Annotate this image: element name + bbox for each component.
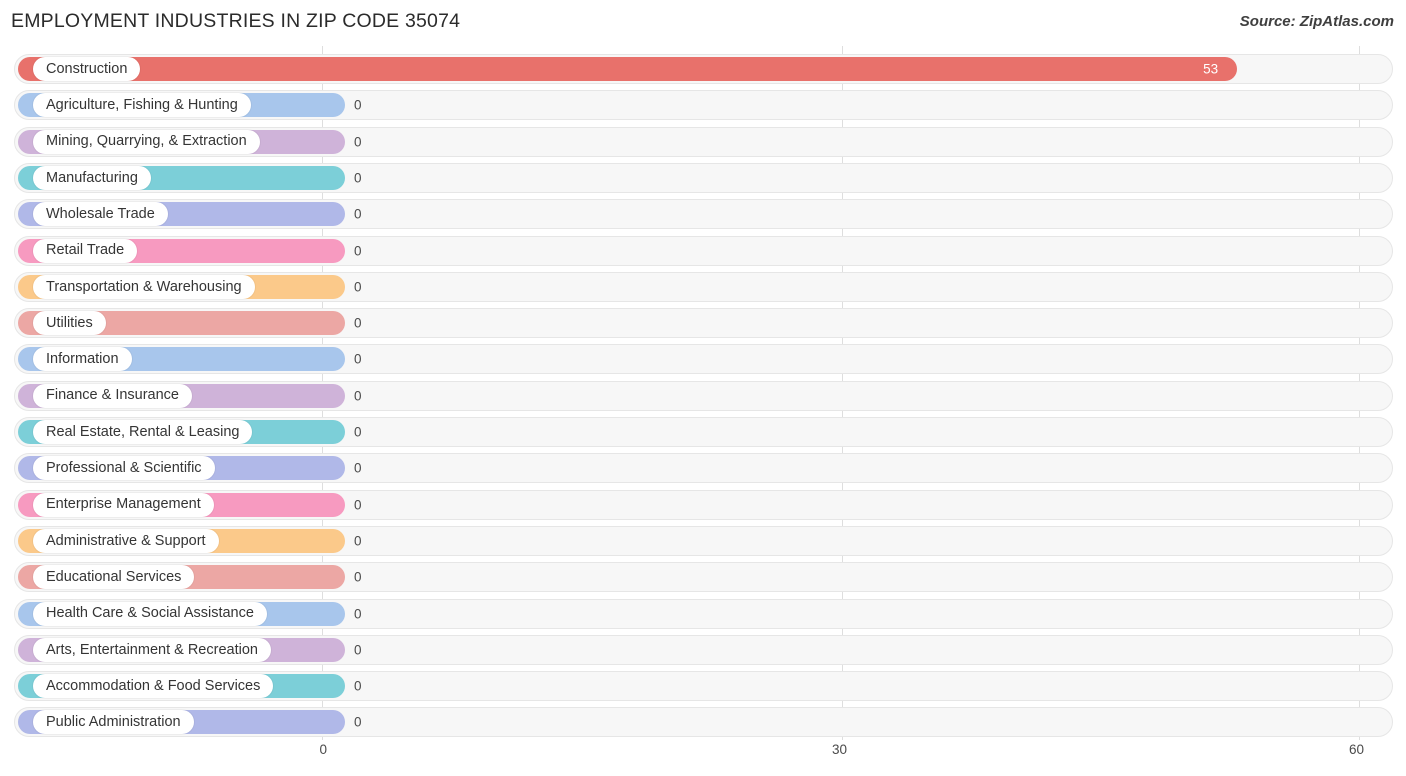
bar-value-label: 0 xyxy=(354,97,362,113)
page-title: EMPLOYMENT INDUSTRIES IN ZIP CODE 35074 xyxy=(11,10,461,32)
bar-label-pill: Transportation & Warehousing xyxy=(33,274,255,299)
bar-value-label: 0 xyxy=(354,315,362,331)
bar-label-pill: Manufacturing xyxy=(33,165,151,190)
bar-value-label: 0 xyxy=(354,533,362,549)
bar-row[interactable]: Public Administration 0 xyxy=(14,707,1393,738)
bar-row[interactable]: Agriculture, Fishing & Hunting 0 xyxy=(14,90,1393,121)
bar-row[interactable]: Retail Trade 0 xyxy=(14,235,1393,266)
bar-value-label: 0 xyxy=(354,606,362,621)
bar-label-pill: Public Administration xyxy=(33,710,194,735)
bar-value-label: 0 xyxy=(354,243,362,258)
bar-category-label: Real Estate, Rental & Leasing xyxy=(46,423,240,440)
x-axis: 0 30 60 xyxy=(0,736,1406,776)
bar-label-pill: Information xyxy=(33,347,132,372)
bar-value-label: 0 xyxy=(354,206,362,222)
source-attribution: Source: ZipAtlas.com xyxy=(1239,13,1394,30)
bar-row[interactable]: Manufacturing 0 xyxy=(14,162,1393,193)
bar-category-label: Manufacturing xyxy=(46,169,138,186)
bar-value-label: 53 xyxy=(1203,61,1219,77)
bar-category-label: Information xyxy=(46,351,119,368)
bar-label-pill: Arts, Entertainment & Recreation xyxy=(33,637,271,662)
bar-label-pill: Administrative & Support xyxy=(33,528,219,553)
bar-category-label: Administrative & Support xyxy=(46,532,206,549)
bar-label-pill: Professional & Scientific xyxy=(33,456,215,481)
bar-label-pill: Accommodation & Food Services xyxy=(33,674,274,699)
bar-row[interactable]: Mining, Quarrying, & Extraction 0 xyxy=(14,126,1393,157)
bar-value-label: 0 xyxy=(354,569,362,585)
bar-row[interactable]: Health Care & Social Assistance 0 xyxy=(14,598,1393,629)
bar-label-pill: Enterprise Management xyxy=(33,492,214,517)
bar-row[interactable]: Transportation & Warehousing 0 xyxy=(14,271,1393,302)
bar-category-label: Accommodation & Food Services xyxy=(46,677,261,694)
bar-row[interactable]: Accommodation & Food Services 0 xyxy=(14,671,1393,702)
x-tick-label: 0 xyxy=(319,742,327,757)
bar-category-label: Educational Services xyxy=(46,568,182,585)
bar-category-label: Agriculture, Fishing & Hunting xyxy=(46,97,238,114)
bar-label-pill: Construction xyxy=(33,57,141,81)
bar-category-label: Retail Trade xyxy=(46,242,125,259)
bar-row[interactable]: Construction 53 xyxy=(14,54,1393,84)
bar-row[interactable]: Enterprise Management 0 xyxy=(14,489,1393,520)
bar-value-label: 0 xyxy=(354,714,362,730)
bar-value-label: 0 xyxy=(354,497,362,513)
bar-category-label: Arts, Entertainment & Recreation xyxy=(46,641,258,658)
x-tick-label: 60 xyxy=(1348,742,1364,757)
bar-row[interactable]: Arts, Entertainment & Recreation 0 xyxy=(14,634,1393,665)
bar-value-label: 0 xyxy=(354,678,362,694)
bar-row[interactable]: Finance & Insurance 0 xyxy=(14,380,1393,411)
bar-row[interactable]: Wholesale Trade 0 xyxy=(14,199,1393,230)
bar-row[interactable]: Information 0 xyxy=(14,344,1393,375)
chart-header: EMPLOYMENT INDUSTRIES IN ZIP CODE 35074 … xyxy=(0,0,1406,46)
bar[interactable] xyxy=(18,57,1238,81)
bar-category-label: Utilities xyxy=(46,314,93,331)
bar-category-label: Enterprise Management xyxy=(46,496,201,513)
bar-row[interactable]: Utilities 0 xyxy=(14,308,1393,339)
bar-category-label: Professional & Scientific xyxy=(46,460,202,477)
bar-row[interactable]: Educational Services 0 xyxy=(14,562,1393,593)
bar-value-label: 0 xyxy=(354,170,362,186)
bar-value-label: 0 xyxy=(354,642,362,658)
bar-label-pill: Agriculture, Fishing & Hunting xyxy=(33,93,251,118)
bar-category-label: Health Care & Social Assistance xyxy=(46,605,254,622)
bar-category-label: Public Administration xyxy=(46,714,181,731)
bar-label-pill: Educational Services xyxy=(33,565,195,590)
bar-category-label: Construction xyxy=(46,60,128,77)
bar-row[interactable]: Professional & Scientific 0 xyxy=(14,453,1393,484)
bar-category-label: Wholesale Trade xyxy=(46,205,155,222)
bar-label-pill: Wholesale Trade xyxy=(33,202,168,227)
bar-value-label: 0 xyxy=(354,424,362,440)
bar-value-label: 0 xyxy=(354,134,362,150)
bar-value-label: 0 xyxy=(354,351,362,367)
bar-label-pill: Health Care & Social Assistance xyxy=(33,601,267,626)
bar-category-label: Mining, Quarrying, & Extraction xyxy=(46,133,247,150)
bar-row[interactable]: Administrative & Support 0 xyxy=(14,525,1393,556)
bar-row[interactable]: Real Estate, Rental & Leasing 0 xyxy=(14,417,1393,447)
chart-plot-area: Construction 53 Agriculture, Fishing & Hun… xyxy=(0,46,1406,740)
bar-label-pill: Retail Trade xyxy=(33,238,138,263)
bar-category-label: Finance & Insurance xyxy=(46,387,179,404)
bar-category-label: Transportation & Warehousing xyxy=(46,278,242,295)
bar-value-label: 0 xyxy=(354,460,362,476)
bar-label-pill: Finance & Insurance xyxy=(33,383,192,408)
bar-value-label: 0 xyxy=(354,388,362,404)
bar-label-pill: Mining, Quarrying, & Extraction xyxy=(33,129,260,154)
bar-value-label: 0 xyxy=(354,279,362,295)
bar-label-pill: Real Estate, Rental & Leasing xyxy=(33,420,253,444)
x-tick-label: 30 xyxy=(831,742,847,757)
bar-label-pill: Utilities xyxy=(33,311,106,336)
